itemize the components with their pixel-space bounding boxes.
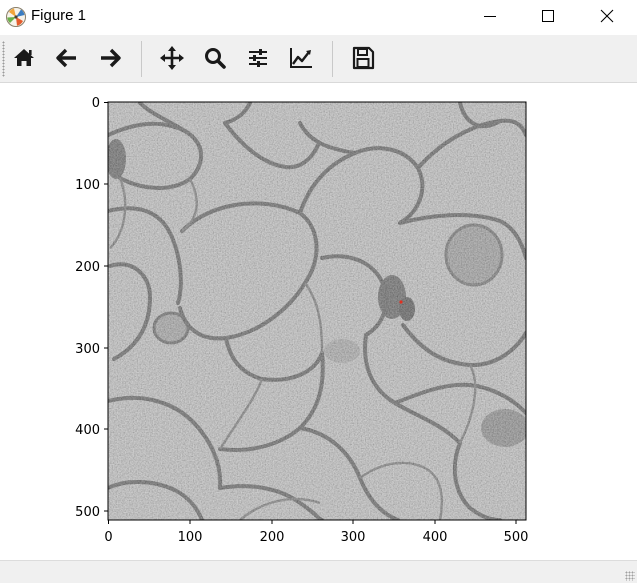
minimize-button[interactable] xyxy=(467,0,513,32)
close-icon xyxy=(600,9,614,23)
x-tick: 0 xyxy=(104,520,113,545)
navigation-toolbar xyxy=(0,35,637,83)
x-tick: 100 xyxy=(178,520,203,545)
y-tick: 400 xyxy=(75,423,108,438)
sliders-icon xyxy=(249,49,267,67)
y-tick: 200 xyxy=(75,260,108,275)
magnifier-icon xyxy=(205,48,226,69)
arrow-left-icon xyxy=(56,48,76,68)
back-button[interactable] xyxy=(52,43,82,73)
forward-button[interactable] xyxy=(95,43,125,73)
size-grip[interactable] xyxy=(625,571,635,581)
figure-canvas[interactable]: 0 100 200 300 400 500 0 100 200 300 400 … xyxy=(0,83,637,560)
home-icon xyxy=(14,49,34,66)
minimize-icon xyxy=(484,16,496,17)
x-tick-label: 500 xyxy=(504,530,529,545)
edit-axes-button[interactable] xyxy=(286,43,316,73)
em-image xyxy=(108,102,526,520)
chart-line-icon xyxy=(290,48,312,68)
y-tick-label: 0 xyxy=(92,96,100,111)
highlight-marker xyxy=(399,300,403,304)
y-tick-label: 400 xyxy=(75,423,100,438)
x-tick: 200 xyxy=(260,520,285,545)
home-button[interactable] xyxy=(9,43,39,73)
x-tick: 400 xyxy=(423,520,448,545)
x-axis: 0 100 200 300 400 500 xyxy=(104,520,528,545)
save-button[interactable] xyxy=(348,43,378,73)
floppy-disk-icon xyxy=(352,46,375,70)
x-tick-label: 100 xyxy=(178,530,203,545)
status-bar xyxy=(0,560,637,583)
subplots-button[interactable] xyxy=(243,43,273,73)
y-tick: 100 xyxy=(75,178,108,193)
arrow-right-icon xyxy=(101,48,121,68)
close-button[interactable] xyxy=(584,0,630,32)
y-tick-label: 100 xyxy=(75,178,100,193)
y-tick: 0 xyxy=(92,96,108,111)
y-tick: 300 xyxy=(75,342,108,357)
move-icon xyxy=(160,46,184,70)
x-tick-label: 200 xyxy=(260,530,285,545)
maximize-icon xyxy=(542,10,554,22)
x-tick-label: 0 xyxy=(104,530,112,545)
window-title: Figure 1 xyxy=(31,7,87,24)
y-tick-label: 300 xyxy=(75,342,100,357)
x-tick: 300 xyxy=(341,520,366,545)
matplotlib-icon xyxy=(6,7,26,27)
title-bar: Figure 1 xyxy=(0,0,637,34)
pan-button[interactable] xyxy=(157,43,187,73)
toolbar-separator xyxy=(332,41,333,77)
figure-plot[interactable]: 0 100 200 300 400 500 0 100 200 300 400 … xyxy=(0,83,637,560)
y-tick-label: 200 xyxy=(75,260,100,275)
y-axis: 0 100 200 300 400 500 xyxy=(75,96,108,520)
maximize-button[interactable] xyxy=(525,0,571,32)
zoom-button[interactable] xyxy=(200,43,230,73)
toolbar-grip[interactable] xyxy=(2,41,5,77)
toolbar-separator xyxy=(141,41,142,77)
x-tick: 500 xyxy=(504,520,529,545)
x-tick-label: 400 xyxy=(423,530,448,545)
y-tick: 500 xyxy=(75,505,108,520)
y-tick-label: 500 xyxy=(75,505,100,520)
x-tick-label: 300 xyxy=(341,530,366,545)
